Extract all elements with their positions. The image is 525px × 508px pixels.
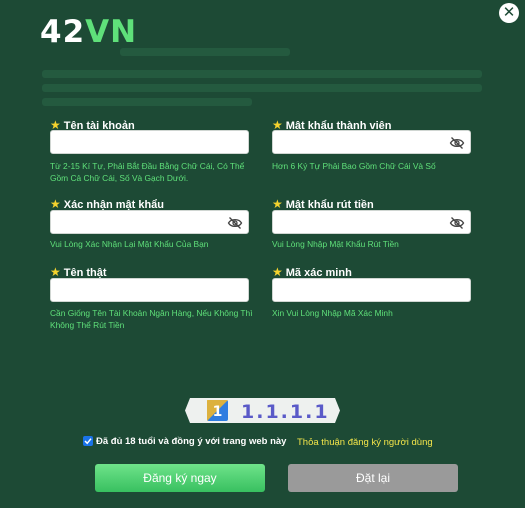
terms-link[interactable]: Thỏa thuận đăng ký người dùng [297,437,433,449]
captcha-badge: 1 [213,404,223,420]
eye-off-icon[interactable] [449,215,465,231]
required-star-icon: ★ [272,265,283,279]
register-button[interactable]: Đăng ký ngay [95,464,265,492]
username-hint: Từ 2-15 Kí Tự, Phải Bắt Đầu Bằng Chữ Cái… [50,161,245,183]
confirm-password-hint: Vui Lòng Xác Nhận Lại Mật Khẩu Của Bạn [50,239,209,249]
agree-checkbox[interactable] [83,436,93,446]
required-star-icon: ★ [50,197,61,211]
faint-text-line [42,84,482,92]
real-name-field-box [50,278,249,302]
reset-button[interactable]: Đặt lại [288,464,458,492]
withdraw-password-hint: Vui Lòng Nhập Mật Khẩu Rút Tiền [272,239,399,249]
faint-text-line [42,98,252,106]
captcha-image[interactable]: 1 1.1.1.1 [185,398,340,423]
close-button[interactable]: ✕ [499,3,519,23]
eye-off-icon[interactable] [227,215,243,231]
password-hint: Hơn 6 Ký Tự Phải Bao Gồm Chữ Cái Và Số [272,161,436,171]
withdraw-password-field-box [272,210,471,234]
real-name-hint: Cần Giống Tên Tài Khoản Ngân Hàng, Nếu K… [50,308,253,330]
verify-code-hint: Xin Vui Lòng Nhập Mã Xác Minh [272,308,393,318]
faint-text-line [120,48,290,56]
required-star-icon: ★ [272,197,283,211]
captcha-text: 1.1.1.1 [241,401,330,423]
agree-text: Đã đủ 18 tuổi và đồng ý với trang web nà… [96,436,287,447]
username-field-box [50,130,249,154]
username-input[interactable] [51,131,248,153]
check-icon [84,438,92,445]
real-name-input[interactable] [51,279,248,301]
withdraw-password-input[interactable] [273,211,470,233]
eye-off-icon[interactable] [449,135,465,151]
logo-part-1: 42 [40,14,86,50]
brand-logo: 42VN [40,14,137,50]
logo-part-2: VN [85,14,138,50]
verify-code-field-box [272,278,471,302]
verify-code-input[interactable] [273,279,470,301]
confirm-password-field-box [50,210,249,234]
confirm-password-input[interactable] [51,211,248,233]
faint-text-line [42,70,482,78]
required-star-icon: ★ [50,265,61,279]
close-icon: ✕ [502,4,516,21]
password-input[interactable] [273,131,470,153]
password-field-box [272,130,471,154]
